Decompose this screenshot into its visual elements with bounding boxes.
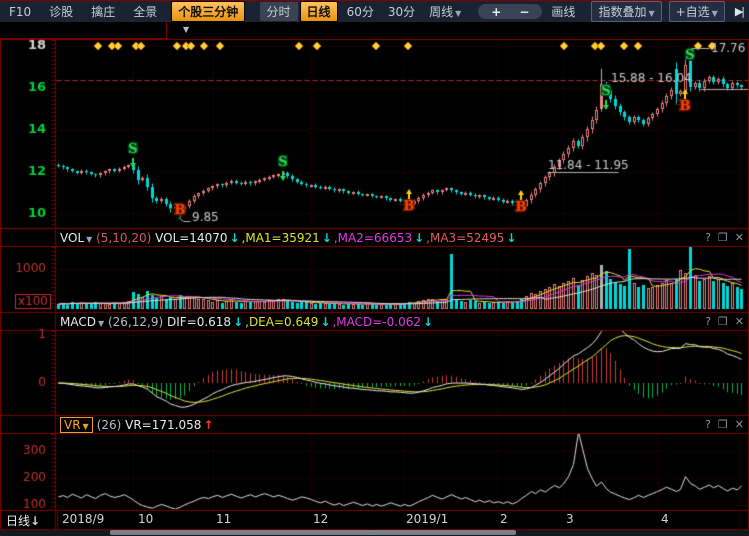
maximize-icon[interactable]: ❐ <box>718 231 728 244</box>
chevron-down-icon: ▼ <box>455 9 461 18</box>
vr-pane-header: VR▼ (26) VR=171.058 ↑ <box>60 416 215 433</box>
x-axis-label: 4 <box>661 512 669 526</box>
macd-pane-header: MACD▼ (26,12,9) DIF=0.618 ↓ ,DEA=0.649 ↓… <box>60 313 435 330</box>
period-indicator[interactable]: 日线↓ <box>6 512 40 529</box>
x-axis-label: 11 <box>216 512 231 526</box>
close-icon[interactable]: ✕ <box>735 231 744 244</box>
tab-stock-3min[interactable]: 个股三分钟 <box>171 1 245 22</box>
stock-chart-window: F10 诊股 擒庄 全景 个股三分钟 分时 日线 60分 30分 周线▼ + −… <box>0 0 749 536</box>
tab-panorama[interactable]: 全景 <box>124 3 166 20</box>
index-overlay-label: 指数叠加 <box>598 5 646 19</box>
stock-name-redacted <box>0 22 167 39</box>
scrollbar-thumb[interactable] <box>110 530 516 535</box>
vol-value: VOL=14070 <box>155 231 227 245</box>
chevron-down-icon[interactable]: ▼ <box>183 25 189 34</box>
vol-params-text: (5,10,20) <box>96 231 151 245</box>
vr-pane-icons: ? ❐ ✕ <box>705 417 744 431</box>
chevron-down-icon: ▼ <box>83 422 89 431</box>
chevron-down-icon: ▼ <box>712 9 718 18</box>
x-axis-bar: 日线↓ 2018/9 10 11 12 2019/1 2 3 4 <box>0 511 749 529</box>
vr-title: VR <box>64 418 81 432</box>
macd-indicator-selector[interactable]: MACD▼ <box>60 315 104 329</box>
vol-ma2-value: ,MA2=66653 <box>334 231 412 245</box>
help-icon[interactable]: ? <box>705 315 711 328</box>
macd-title: MACD <box>60 315 96 329</box>
period-weekly[interactable]: 周线▼ <box>422 2 468 21</box>
vol-pane-icons: ? ❐ ✕ <box>705 230 744 244</box>
x-axis-label: 2019/1 <box>406 512 448 526</box>
tab-f10[interactable]: F10 <box>0 5 40 19</box>
tab-diagnose[interactable]: 诊股 <box>40 3 82 20</box>
collapse-panel-icon[interactable]: ▶| <box>735 5 743 18</box>
down-arrow-icon: ↓ <box>412 231 426 245</box>
down-arrow-icon: ↓ <box>320 231 334 245</box>
down-arrow-icon: ↓ <box>318 315 332 329</box>
horizontal-scrollbar[interactable] <box>0 530 749 536</box>
vr-indicator-selector[interactable]: VR▼ <box>60 417 93 433</box>
vol-title: VOL <box>60 231 84 245</box>
index-overlay-button[interactable]: 指数叠加▼ <box>591 1 661 22</box>
close-icon[interactable]: ✕ <box>735 315 744 328</box>
vr-params-text: (26) <box>97 418 122 432</box>
macd-dea-value: ,DEA=0.649 <box>245 315 318 329</box>
chevron-down-icon: ▼ <box>648 9 654 18</box>
vol-ma1-value: ,MA1=35921 <box>242 231 320 245</box>
macd-macd-value: ,MACD=-0.062 <box>332 315 421 329</box>
period-indicator-label: 日线 <box>6 514 30 528</box>
down-arrow-icon: ↓ <box>231 315 245 329</box>
period-60min[interactable]: 60分 <box>340 2 381 21</box>
vr-value: VR=171.058 <box>125 418 201 432</box>
toolbar-right-group: 画线 指数叠加▼ +自选▼ ▶| <box>542 1 749 22</box>
macd-dif-value: DIF=0.618 <box>167 315 231 329</box>
zoom-out-button[interactable]: − <box>510 5 538 19</box>
period-daily-selected[interactable]: 日线 <box>300 1 338 22</box>
top-toolbar: F10 诊股 擒庄 全景 个股三分钟 分时 日线 60分 30分 周线▼ + −… <box>0 0 749 22</box>
maximize-icon[interactable]: ❐ <box>718 315 728 328</box>
zoom-in-button[interactable]: + <box>482 5 510 19</box>
zoom-pill: + − <box>478 4 542 19</box>
tab-qinzhuang[interactable]: 擒庄 <box>82 3 124 20</box>
x-axis-label: 10 <box>138 512 153 526</box>
x-axis-label: 2018/9 <box>62 512 104 526</box>
down-arrow-icon: ↓ <box>504 231 518 245</box>
add-watchlist-button[interactable]: +自选▼ <box>669 1 725 22</box>
close-icon[interactable]: ✕ <box>735 418 744 431</box>
period-weekly-label: 周线 <box>429 5 453 19</box>
x-axis-label: 12 <box>313 512 328 526</box>
vol-ma3-value: ,MA3=52495 <box>426 231 504 245</box>
down-arrow-icon: ↓ <box>227 231 241 245</box>
macd-params-text: (26,12,9) <box>108 315 163 329</box>
maximize-icon[interactable]: ❐ <box>718 418 728 431</box>
add-watchlist-label: +自选 <box>676 5 710 19</box>
vol-pane-header: VOL▼ (5,10,20) VOL=14070 ↓ ,MA1=35921 ↓ … <box>60 229 518 246</box>
vol-indicator-selector[interactable]: VOL▼ <box>60 231 92 245</box>
down-arrow-icon: ↓ <box>30 514 40 528</box>
down-arrow-icon: ↓ <box>421 315 435 329</box>
chart-title-bar: ▼ <box>0 22 749 39</box>
help-icon[interactable]: ? <box>705 231 711 244</box>
draw-line-button[interactable]: 画线 <box>542 3 584 20</box>
x-axis-label: 2 <box>500 512 508 526</box>
period-fenshi[interactable]: 分时 <box>260 2 298 21</box>
x-axis-label: 3 <box>566 512 574 526</box>
period-30min[interactable]: 30分 <box>381 2 422 21</box>
help-icon[interactable]: ? <box>705 418 711 431</box>
chart-canvas[interactable] <box>0 0 749 536</box>
macd-pane-icons: ? ❐ ✕ <box>705 314 744 328</box>
up-arrow-icon: ↑ <box>201 418 215 432</box>
